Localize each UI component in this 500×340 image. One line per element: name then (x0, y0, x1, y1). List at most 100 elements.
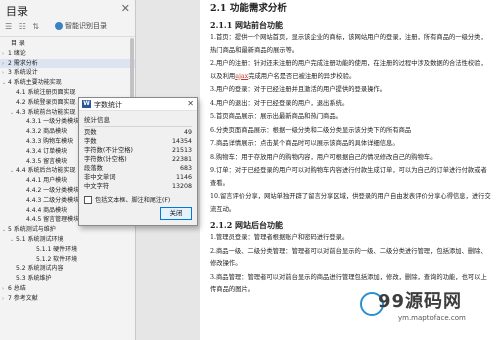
toc-item-label: 2 需求分析 (8, 59, 38, 67)
smart-recognize-icon (55, 22, 63, 30)
statistic-row: 中文字符 13208 (84, 182, 192, 191)
watermark-url: ym.maptoface.com (398, 314, 466, 322)
navigation-header: 目录 ✕ (0, 0, 135, 20)
close-button[interactable]: 关闭 (160, 207, 192, 220)
toc-item[interactable]: › 1 绪论 (0, 49, 135, 59)
paragraph: 6.分类页面商品展示：根据一级分类和二级分类显示该分类下的所有商品 (210, 126, 412, 134)
toc-item[interactable]: ⌄ 5.1 系统测试环境 (0, 235, 135, 245)
statistic-value: 683 (179, 165, 192, 172)
navigation-title: 目录 (6, 5, 28, 18)
subsection-heading-frontend: 2.1.1 网站前台功能 (210, 20, 284, 30)
toc-item[interactable]: › 3 系统设计 (0, 68, 135, 78)
include-textboxes-checkbox[interactable]: 包括文本框、脚注和尾注(F) (84, 195, 192, 204)
toc-item[interactable]: 5.3 系统维护 (0, 274, 135, 284)
statistic-label: 字符数(不计空格) (84, 147, 133, 154)
outline-tools-icon[interactable]: ☰ ☷ ⇅ (5, 22, 41, 31)
toc-item-label: 4.4.5 留言管理模块 (26, 216, 80, 224)
statistic-label: 中文字符 (84, 183, 110, 190)
toc-item-label: 4.3.1 一级分类模块 (26, 118, 80, 126)
paragraph: 9.订单：对于已经登录的用户可以对购物车内容进行付款生成订单，可以为自己的订单进… (210, 167, 487, 187)
toc-item-label: 5.3 系统维护 (16, 275, 52, 283)
toc-item-label: 5 系统测试与维护 (8, 226, 56, 234)
statistic-label: 页数 (84, 129, 97, 136)
statistic-label: 非中文单词 (84, 174, 116, 181)
toc-item-label: 4.3.5 留言模块 (26, 157, 68, 165)
include-textboxes-label: 包括文本框、脚注和尾注(F) (95, 197, 171, 204)
statistic-row: 字符数(不计空格) 21513 (84, 146, 192, 155)
paragraph: 2.用户的注册：针对还未注册的用户完成注册功能的使用，在注册的过程中涉及数据的合… (210, 58, 492, 83)
document-content: 2.1 功能需求分析 2.1.1 网站前台功能 1.首页：提供一个网站首页，显示… (200, 0, 500, 297)
toc-item[interactable]: › 6 总结 (0, 284, 135, 294)
statistic-label: 段落数 (84, 165, 103, 172)
statistic-value: 14354 (171, 138, 192, 145)
toc-item-label: 4.4.1 用户模块 (26, 177, 68, 185)
section-heading: 2.1 功能需求分析 (210, 3, 287, 14)
checkbox-box[interactable] (84, 195, 92, 204)
toc-item-label: 4.3.3 购物车模块 (26, 137, 74, 145)
statistic-row: 页数 49 (84, 128, 192, 137)
statistic-value: 13208 (171, 183, 192, 190)
toc-item-label: 4.4.2 一级分类模块 (26, 186, 80, 194)
paragraph: 1.管理员登录：管理者根据账户和密码进行登录。 (210, 234, 349, 241)
paragraph: 1.首页：提供一个网站首页，显示该企业的商标，该网站用户的登录，注册，所有商品的… (210, 34, 487, 54)
statistic-value: 49 (183, 129, 192, 136)
toc-item-label: 目 录 (11, 40, 25, 47)
toc-item[interactable]: 目 录 (0, 39, 135, 49)
word-count-dialog: W 字数统计 ✕ 统计信息 页数 49 字数 14354 字符数(不计空格) 21513 字… (78, 97, 198, 226)
navigation-scrollbar[interactable] (130, 38, 134, 98)
toc-item[interactable]: › 2 需求分析 (0, 58, 135, 69)
toc-item-label: 4.4.4 商品模块 (26, 206, 68, 214)
statistics-table: 页数 49 字数 14354 字符数(不计空格) 21513 字符数(计空格) 22381 段落… (84, 126, 192, 191)
smart-toc-button[interactable]: 智能识别目录 (55, 21, 107, 31)
close-icon[interactable]: ✕ (187, 99, 194, 108)
watermark-text: 99源码网 (378, 291, 463, 312)
toc-item-label: 5.2 系统测试内容 (16, 265, 64, 273)
statistic-label: 字数 (84, 138, 97, 145)
toc-item-label: 4.3 系统前台功能实现 (16, 108, 76, 116)
smart-toc-label: 智能识别目录 (65, 22, 107, 30)
toc-item-label: 4.4 系统后台功能实现 (16, 167, 76, 175)
statistic-row: 非中文单词 1146 (84, 173, 192, 182)
toc-item[interactable]: 5.2 系统测试内容 (0, 264, 135, 274)
paragraph: 7.商品详情展示：点击某个商品时可以展示该商品的具体详细信息。 (210, 140, 399, 147)
paragraph-text: 完成用户名是否已被注册的异步校验。 (248, 72, 356, 80)
toc-item[interactable]: › 7 参考文献 (0, 294, 135, 304)
paragraph: 5.首页商品展示：展示出最新商品和热门商品。 (210, 113, 342, 120)
toc-item-label: 4.3.2 商品模块 (26, 128, 68, 136)
toc-item[interactable]: 5.1.2 软件环境 (0, 255, 135, 265)
toc-item-label: 3 系统设计 (8, 69, 38, 77)
toc-item-label: 5.1.1 硬件环境 (36, 245, 78, 253)
watermark-logo: 99源码网 ym.maptoface.com (358, 284, 498, 336)
spellcheck-word: ajax (235, 72, 249, 80)
statistics-label: 统计信息 (84, 116, 110, 124)
statistic-row: 段落数 683 (84, 164, 192, 173)
statistic-label: 字符数(计空格) (84, 156, 127, 163)
toc-item-label: 1 绪论 (8, 49, 26, 57)
toc-item-label: 4.4.3 二级分类模块 (26, 196, 80, 204)
toc-item-label: 6 总结 (8, 284, 26, 292)
dialog-titlebar[interactable]: W 字数统计 ✕ (79, 98, 197, 111)
toc-item-label: 4.1 系统注册页面实现 (16, 88, 76, 96)
word-app-icon: W (82, 100, 91, 108)
statistic-value: 1146 (175, 174, 192, 181)
dialog-body: 统计信息 页数 49 字数 14354 字符数(不计空格) 21513 字符数(计空格) 22… (79, 111, 197, 204)
paragraph: 8.购物车：用于存放用户的购物内容，用户可根据自己的情况修改自己的购物车。 (210, 153, 437, 161)
paragraph: 10.留言评价分享，网站单独开辟了留言分享区域，供登录的用户自由发表评价分享心得… (210, 193, 491, 213)
statistic-row: 字数 14354 (84, 137, 192, 146)
paragraph: 4.用户的退出：对于已经登录的用户，退出系统。 (210, 99, 349, 107)
statistic-value: 22381 (171, 156, 192, 163)
paragraph: 2.商品一级、二级分类管理：管理者可以对前台显示的一级、二级分类进行管理，包括添… (210, 247, 487, 268)
statistic-row: 字符数(计空格) 22381 (84, 155, 192, 164)
paragraph: 3.用户的登录：对于已经注册并且激活的用户提供的登录操作。 (210, 86, 387, 93)
statistic-value: 21513 (171, 147, 192, 154)
toc-item-label: 5.1 系统测试环境 (16, 235, 64, 243)
toc-item-label: 5.1.2 软件环境 (36, 255, 78, 263)
toc-item[interactable]: ⌄ 4 系统主要功能实现 (0, 78, 135, 88)
toc-item[interactable]: ⌄ 5 系统测试与维护 (0, 225, 135, 235)
subsection-heading-backend: 2.1.2 网站后台功能 (210, 220, 284, 230)
close-icon[interactable]: ✕ (121, 2, 130, 15)
toc-item-label: 4.2 系统登录页面实现 (16, 98, 76, 106)
toc-item-label: 7 参考文献 (8, 294, 38, 302)
toc-item[interactable]: 5.1.1 硬件环境 (0, 245, 135, 255)
toc-item-label: 4 系统主要功能实现 (8, 79, 62, 87)
